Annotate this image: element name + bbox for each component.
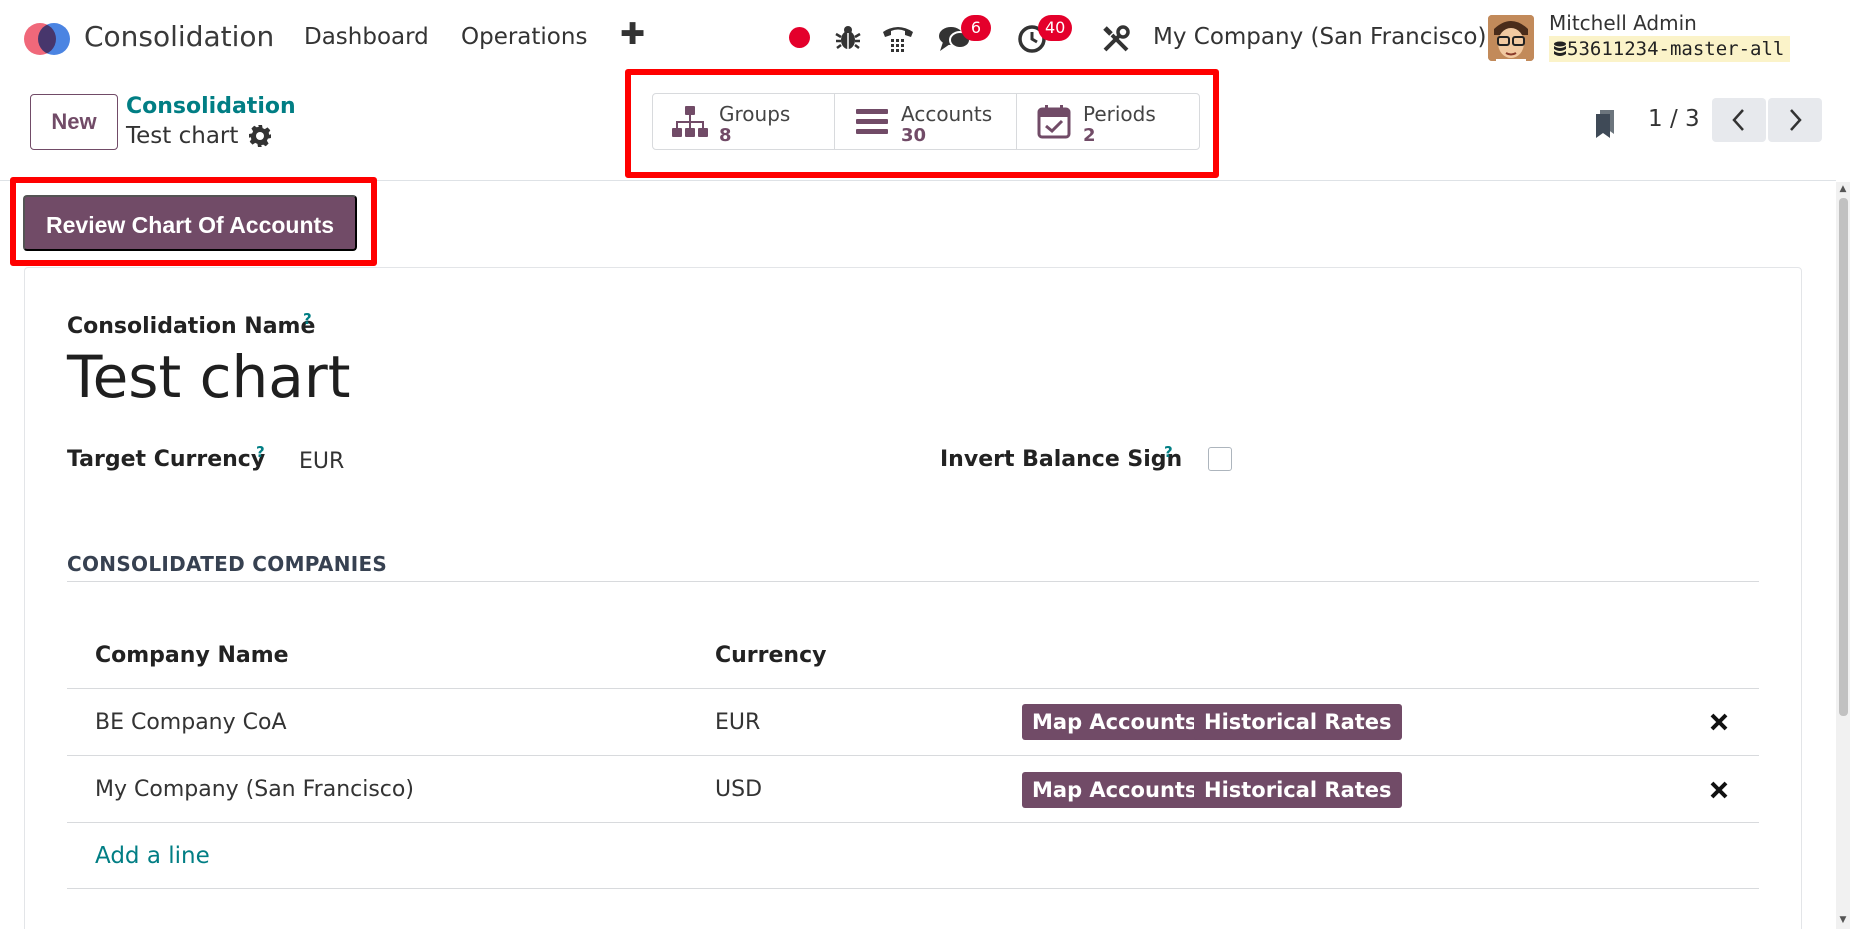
map-accounts-button[interactable]: Map Accounts [1022, 704, 1208, 740]
database-label: 53611234-master-all [1567, 38, 1785, 60]
smart-buttons-group: Groups 8 Accounts 30 Periods 2 [652, 93, 1200, 150]
plus-icon[interactable]: ✚ [620, 20, 645, 50]
target-currency-field[interactable]: EUR [299, 449, 344, 474]
help-icon[interactable]: ? [303, 310, 312, 328]
table-row-divider [67, 822, 1759, 823]
accounts-label: Accounts [901, 102, 993, 126]
section-title: CONSOLIDATED COMPANIES [67, 552, 388, 576]
invert-balance-sign-checkbox[interactable] [1208, 447, 1232, 471]
table-row-currency[interactable]: USD [715, 777, 762, 802]
groups-label: Groups [719, 102, 791, 126]
phone-icon[interactable] [881, 22, 915, 54]
gear-icon[interactable] [248, 124, 272, 148]
tools-icon[interactable] [1101, 24, 1131, 54]
scroll-up-icon[interactable]: ▲ [1838, 184, 1848, 194]
company-switcher[interactable]: My Company (San Francisco) [1153, 24, 1486, 50]
column-company-name[interactable]: Company Name [95, 643, 289, 668]
breadcrumb-link[interactable]: Consolidation [126, 94, 296, 119]
section-divider [67, 581, 1759, 582]
consolidation-name-input[interactable]: Test chart [67, 343, 350, 411]
periods-count: 2 [1083, 125, 1096, 146]
database-name: 53611234-master-all [1549, 36, 1791, 62]
accounts-count: 30 [901, 125, 927, 146]
table-row-company[interactable]: My Company (San Francisco) [95, 777, 414, 802]
messages-badge: 6 [961, 15, 991, 41]
scroll-down-icon[interactable]: ▼ [1838, 915, 1848, 925]
pager-previous-button[interactable] [1712, 98, 1766, 142]
user-name[interactable]: Mitchell Admin [1549, 11, 1697, 35]
review-chart-of-accounts-button[interactable]: Review Chart Of Accounts [23, 195, 357, 251]
scrollbar-thumb[interactable] [1839, 198, 1848, 716]
app-logo-icon[interactable] [24, 21, 74, 55]
top-navbar: Consolidation Dashboard Operations ✚ 6 4… [0, 0, 1850, 76]
bookmark-icon[interactable] [1594, 108, 1616, 140]
avatar[interactable] [1488, 15, 1534, 61]
table-row-company[interactable]: BE Company CoA [95, 710, 287, 735]
new-button[interactable]: New [30, 94, 118, 150]
historical-rates-button[interactable]: Historical Rates [1194, 704, 1402, 740]
record-name: Test chart [126, 123, 239, 149]
record-dot-icon[interactable] [789, 27, 810, 48]
bug-icon[interactable] [833, 23, 863, 53]
table-header-divider [67, 688, 1759, 689]
help-icon[interactable]: ? [1164, 443, 1173, 461]
delete-row-icon[interactable] [1708, 779, 1730, 801]
table-row-currency[interactable]: EUR [715, 710, 760, 735]
groups-smart-button[interactable]: Groups 8 [653, 94, 835, 149]
table-footer-divider [67, 888, 1759, 889]
invert-balance-sign-label: Invert Balance Sign [940, 447, 1183, 472]
pager-next-button[interactable] [1768, 98, 1822, 142]
activities-badge: 40 [1038, 15, 1073, 41]
list-icon [856, 109, 888, 134]
map-accounts-button[interactable]: Map Accounts [1022, 772, 1208, 808]
menu-dashboard[interactable]: Dashboard [304, 24, 429, 50]
calendar-check-icon [1037, 105, 1071, 139]
database-icon [1554, 41, 1566, 56]
accounts-smart-button[interactable]: Accounts 30 [835, 94, 1017, 149]
pager-value[interactable]: 1 / 3 [1648, 106, 1700, 132]
chevron-right-icon [1790, 109, 1802, 131]
column-currency[interactable]: Currency [715, 643, 826, 668]
app-title[interactable]: Consolidation [84, 20, 274, 53]
target-currency-label: Target Currency [67, 447, 266, 472]
add-a-line-link[interactable]: Add a line [95, 843, 210, 869]
groups-count: 8 [719, 125, 732, 146]
periods-label: Periods [1083, 102, 1156, 126]
consolidation-name-label: Consolidation Name [67, 314, 316, 339]
periods-smart-button[interactable]: Periods 2 [1017, 94, 1199, 149]
table-row-divider [67, 755, 1759, 756]
historical-rates-button[interactable]: Historical Rates [1194, 772, 1402, 808]
chevron-left-icon [1732, 109, 1744, 131]
help-icon[interactable]: ? [256, 443, 265, 461]
menu-operations[interactable]: Operations [461, 24, 587, 50]
delete-row-icon[interactable] [1708, 711, 1730, 733]
hierarchy-icon [672, 106, 708, 137]
